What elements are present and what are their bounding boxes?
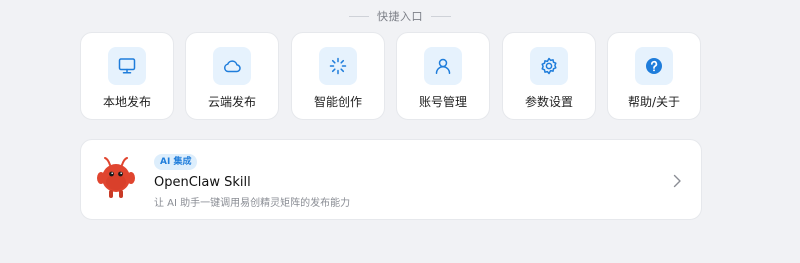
skill-title: OpenClaw Skill (154, 175, 251, 190)
openclaw-skill-card[interactable]: AI 集成 OpenClaw Skill 让 AI 助手一键调用易创精灵矩阵的发… (80, 139, 702, 220)
quick-entry-label: 智能创作 (313, 95, 362, 109)
help-circle-icon (635, 47, 673, 85)
gear-icon (530, 47, 568, 85)
monitor-icon (108, 47, 146, 85)
quick-entry-label: 云端发布 (207, 95, 256, 109)
chevron-right-icon (671, 173, 683, 188)
user-icon (424, 47, 462, 85)
quick-entry-cloud-publish[interactable]: 云端发布 (185, 32, 279, 120)
cloud-icon (213, 47, 251, 85)
header-right-divider (431, 15, 451, 17)
quick-entry-label: 账号管理 (418, 95, 467, 109)
red-claw-mascot-icon (96, 156, 136, 200)
header-left-divider (349, 15, 369, 17)
quick-entry-grid: 本地发布 云端发布 智能创作 账号管理 参数设置 帮助/关于 (80, 32, 702, 120)
quick-entry-label: 参数设置 (524, 95, 573, 109)
ai-integration-badge: AI 集成 (154, 154, 198, 170)
section-title: 快捷入口 (377, 10, 423, 23)
quick-entry-label: 本地发布 (102, 95, 151, 109)
quick-entry-account-management[interactable]: 账号管理 (396, 32, 490, 120)
quick-entry-label: 帮助/关于 (627, 95, 681, 109)
skill-description: 让 AI 助手一键调用易创精灵矩阵的发布能力 (154, 198, 351, 209)
quick-entry-section-header: 快捷入口 (0, 8, 800, 24)
quick-entry-parameter-settings[interactable]: 参数设置 (502, 32, 596, 120)
sparkle-loader-icon (319, 47, 357, 85)
quick-entry-help-about[interactable]: 帮助/关于 (607, 32, 701, 120)
quick-entry-local-publish[interactable]: 本地发布 (80, 32, 174, 120)
quick-entry-smart-creation[interactable]: 智能创作 (291, 32, 385, 120)
